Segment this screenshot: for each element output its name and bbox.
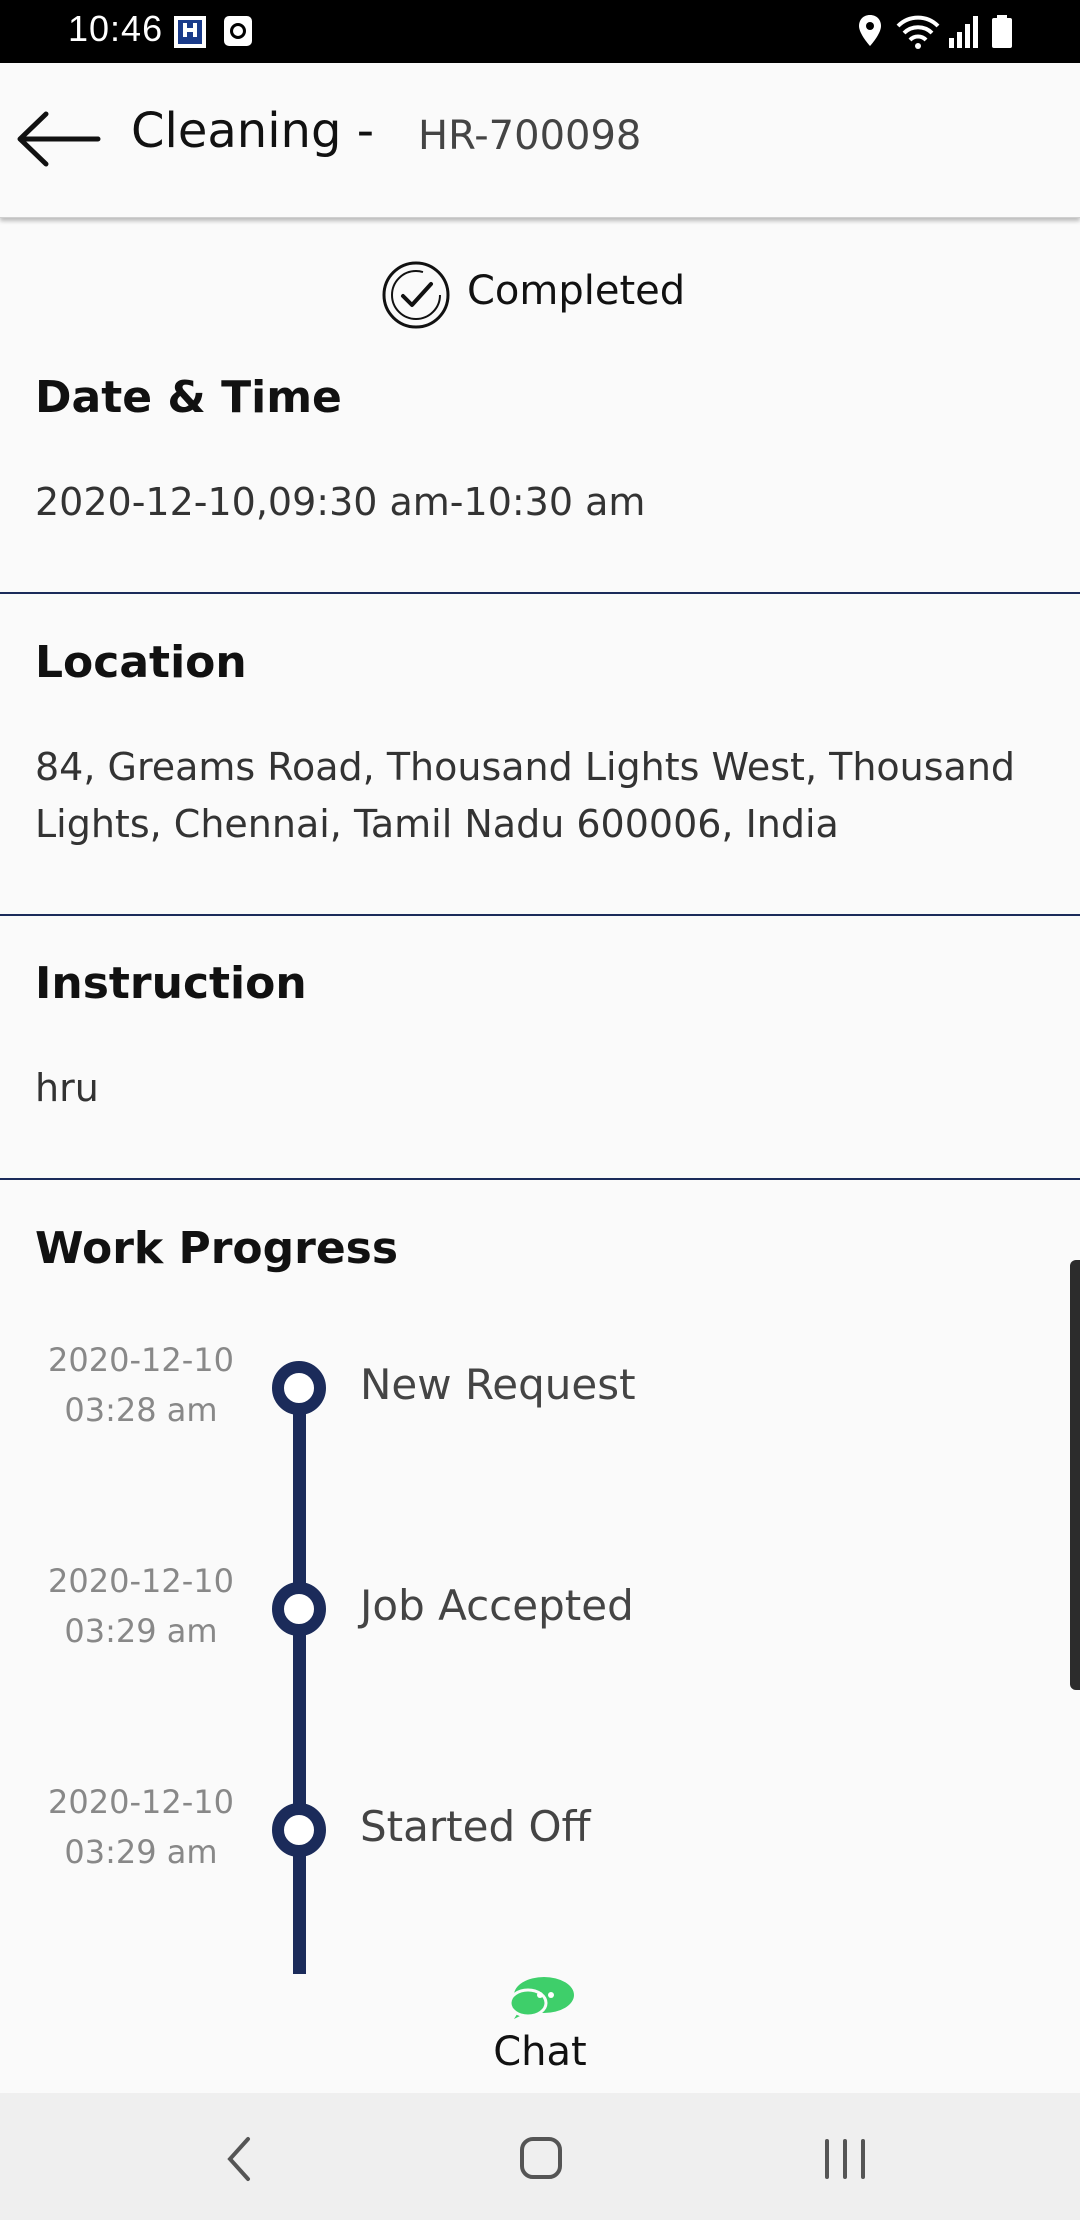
location-icon (859, 15, 881, 46)
timeline-date-time: 03:28 am (64, 1391, 218, 1429)
screen: 10:46 Cleaning - HR-700098 Completed Dat… (0, 0, 1080, 2220)
chat-button[interactable]: Chat (470, 1975, 610, 2085)
divider (0, 592, 1080, 594)
page-title: Cleaning - (131, 103, 375, 159)
timeline-dot (272, 1803, 326, 1857)
timeline-date: 2020-12-10 03:28 am (31, 1335, 251, 1435)
instruction-value: hru (35, 1066, 99, 1110)
app-bar: Cleaning - HR-700098 (0, 63, 1080, 218)
timeline-date-day: 2020-12-10 (48, 1783, 234, 1821)
check-circle-icon (382, 261, 450, 329)
timeline-date: 2020-12-10 03:29 am (31, 1777, 251, 1877)
nav-recents-icon[interactable] (815, 2129, 875, 2189)
timeline-date-time: 03:29 am (64, 1612, 218, 1650)
timeline-date-day: 2020-12-10 (48, 1341, 234, 1379)
timeline-step-label: Job Accepted (360, 1581, 634, 1630)
status-bar: 10:46 (0, 0, 1080, 63)
status-time: 10:46 (68, 8, 164, 49)
timeline-dot (272, 1361, 326, 1415)
date-time-value: 2020-12-10,09:30 am-10:30 am (35, 480, 646, 524)
signal-icon (949, 16, 978, 48)
timeline-line (293, 1384, 306, 1974)
divider (0, 1178, 1080, 1180)
divider (0, 914, 1080, 916)
timeline-date: 2020-12-10 03:29 am (31, 1556, 251, 1656)
battery-icon (992, 15, 1012, 48)
system-nav-bar (0, 2093, 1080, 2220)
location-line-1: 84, Greams Road, Thousand Lights West, T… (35, 745, 1016, 789)
nav-back-icon[interactable] (210, 2129, 270, 2189)
alarm-app-icon (224, 16, 252, 46)
instruction-heading: Instruction (35, 958, 307, 1009)
request-code: HR-700098 (418, 113, 642, 159)
chat-bubble-icon (508, 1977, 574, 2019)
nav-home-icon[interactable] (510, 2129, 570, 2189)
timeline-date-day: 2020-12-10 (48, 1562, 234, 1600)
status-label: Completed (467, 268, 686, 314)
chat-label: Chat (493, 2029, 587, 2075)
wifi-icon (896, 15, 940, 49)
job-status: Completed (0, 260, 1080, 330)
timeline-step-label: New Request (360, 1360, 636, 1409)
work-progress-heading: Work Progress (35, 1223, 399, 1274)
date-time-heading: Date & Time (35, 372, 342, 423)
location-line-2: Lights, Chennai, Tamil Nadu 600006, Indi… (35, 802, 839, 846)
timeline-date-time: 03:29 am (64, 1833, 218, 1871)
timeline-step-label: Started Off (360, 1802, 591, 1851)
scrollbar[interactable] (1070, 1260, 1080, 1690)
back-button[interactable] (14, 108, 104, 170)
location-heading: Location (35, 637, 247, 688)
timeline-dot (272, 1582, 326, 1636)
storage-app-icon (174, 16, 206, 48)
